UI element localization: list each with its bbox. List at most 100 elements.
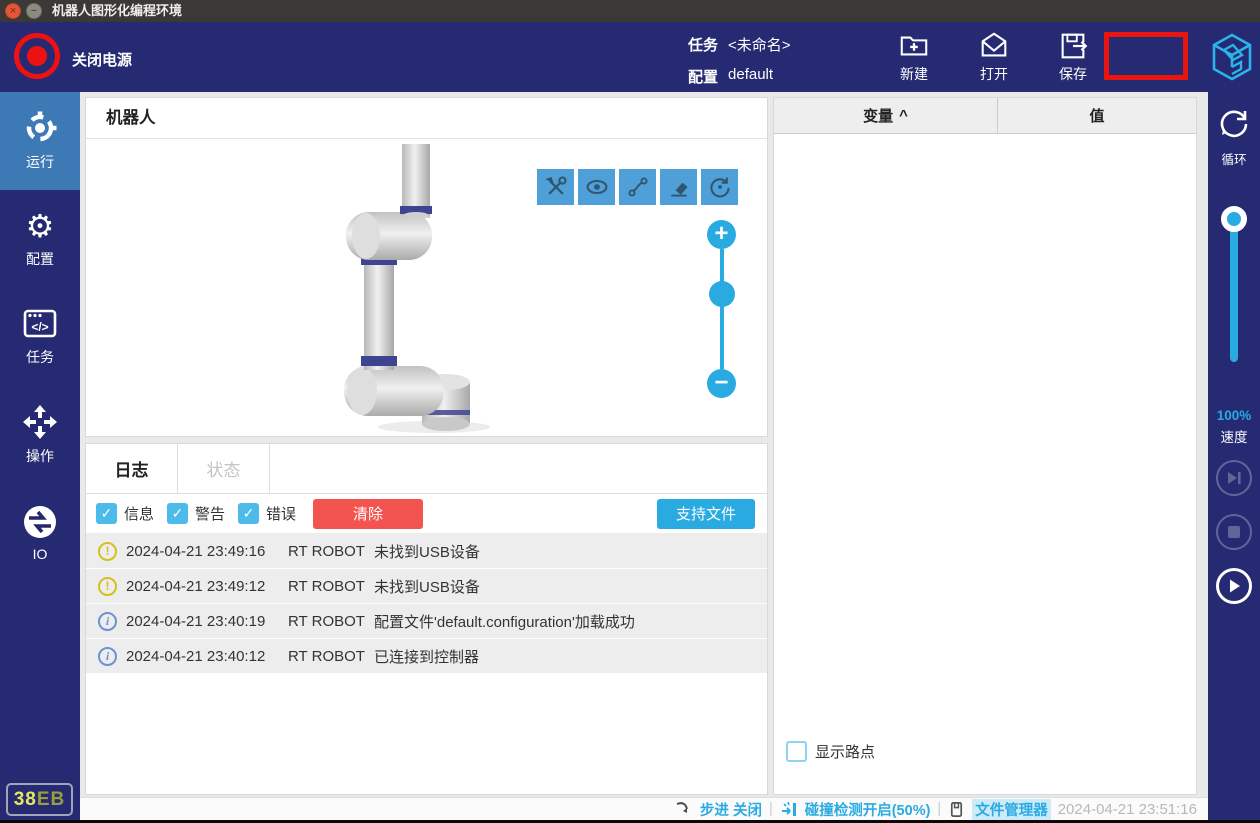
- speed-slider-track[interactable]: [1230, 220, 1238, 362]
- badge-bright: 38: [14, 789, 37, 811]
- tools-button[interactable]: [537, 169, 574, 205]
- new-task-button[interactable]: 新建: [882, 28, 946, 88]
- view-zoom-control: + −: [707, 220, 737, 249]
- window-close-button[interactable]: ×: [5, 3, 21, 19]
- run-icon: [22, 110, 58, 146]
- code-window-icon: </>: [22, 307, 58, 341]
- window-title: 机器人图形化编程环境: [52, 0, 182, 22]
- sidebar-label: 运行: [26, 152, 54, 172]
- filter-error-checkbox[interactable]: ✓: [238, 503, 259, 524]
- sidebar-item-task[interactable]: </> 任务: [0, 288, 80, 386]
- sidebar-item-operate[interactable]: 操作: [0, 386, 80, 484]
- task-label: 任务: [688, 34, 718, 55]
- log-row[interactable]: ! 2024-04-21 23:49:12 RT ROBOT 未找到USB设备: [86, 569, 767, 603]
- play-button[interactable]: [1216, 568, 1252, 604]
- robot-3d-view[interactable]: [326, 144, 496, 434]
- path-button[interactable]: [619, 169, 656, 205]
- log-list: ! 2024-04-21 23:49:16 RT ROBOT 未找到USB设备 …: [86, 534, 767, 673]
- rotate-icon: [708, 175, 732, 199]
- tab-log[interactable]: 日志: [86, 444, 178, 493]
- info-icon: i: [98, 612, 117, 631]
- warning-icon: !: [98, 542, 117, 561]
- config-value: default: [728, 66, 773, 87]
- open-task-button[interactable]: 打开: [962, 28, 1026, 88]
- step-mode-icon: [675, 800, 693, 818]
- separator: |: [769, 801, 773, 817]
- app-header: 关闭电源 任务 <未命名> 配置 default 新建 打开 保存: [0, 22, 1260, 92]
- gear-icon: ⚙: [26, 209, 55, 243]
- eraser-button[interactable]: [660, 169, 697, 205]
- filter-warning-checkbox[interactable]: ✓: [167, 503, 188, 524]
- log-filter-bar: ✓ 信息 ✓ 警告 ✓ 错误 清除 支持文件: [86, 494, 767, 534]
- column-variable[interactable]: 变量 ^: [774, 98, 998, 133]
- stop-button[interactable]: [1216, 514, 1252, 550]
- zoom-slider-track[interactable]: [720, 249, 724, 369]
- step-forward-icon: [1225, 469, 1243, 487]
- log-message: 配置文件'default.configuration'加载成功: [374, 611, 635, 632]
- badge-dim: EB: [37, 789, 65, 811]
- sidebar-item-io[interactable]: IO: [0, 484, 80, 582]
- column-value: 值: [998, 98, 1196, 133]
- filter-info-checkbox[interactable]: ✓: [96, 503, 117, 524]
- task-value: <未命名>: [728, 34, 791, 55]
- separator: |: [937, 801, 941, 817]
- path-icon: [626, 175, 650, 199]
- show-waypoints-label: 显示路点: [815, 741, 875, 762]
- visibility-button[interactable]: [578, 169, 615, 205]
- show-waypoints-row: 显示路点: [786, 741, 875, 762]
- open-label: 打开: [980, 64, 1008, 84]
- filter-error-label: 错误: [266, 503, 296, 524]
- step-mode-status[interactable]: 步进 关闭: [700, 799, 762, 820]
- annotation-highlight-rectangle: [1104, 32, 1188, 80]
- log-row[interactable]: i 2024-04-21 23:40:19 RT ROBOT 配置文件'defa…: [86, 604, 767, 638]
- filter-info-label: 信息: [124, 503, 154, 524]
- zoom-out-button[interactable]: −: [707, 369, 736, 398]
- speed-percent: 100%: [1208, 408, 1260, 423]
- robot-view-panel: 机器人: [85, 97, 768, 437]
- log-tabs: 日志 状态: [86, 444, 767, 494]
- rotate-view-button[interactable]: [701, 169, 738, 205]
- show-waypoints-checkbox[interactable]: [786, 741, 807, 762]
- collision-detect-status[interactable]: 碰撞检测开启(50%): [805, 799, 931, 820]
- zoom-in-button[interactable]: +: [707, 220, 736, 249]
- power-off-button[interactable]: [14, 33, 60, 79]
- log-time: 2024-04-21 23:40:19: [126, 613, 288, 630]
- log-message: 已连接到控制器: [374, 646, 479, 667]
- sidebar-item-config[interactable]: ⚙ 配置: [0, 190, 80, 288]
- svg-text:</>: </>: [31, 320, 48, 334]
- status-timestamp: 2024-04-21 23:51:16: [1058, 801, 1197, 818]
- speed-slider-handle[interactable]: [1221, 206, 1247, 232]
- variables-header: 变量 ^ 值: [774, 98, 1196, 134]
- sort-asc-icon: ^: [899, 107, 908, 124]
- eye-icon: [585, 175, 609, 199]
- left-nav-sidebar: 运行 ⚙ 配置 </> 任务 操作 IO 38EB: [0, 92, 80, 820]
- sidebar-label: IO: [33, 546, 48, 562]
- main-area: 机器人: [80, 92, 1208, 820]
- warning-icon: !: [98, 577, 117, 596]
- save-label: 保存: [1059, 64, 1087, 84]
- zoom-slider-handle[interactable]: [709, 281, 735, 307]
- log-source: RT ROBOT: [288, 543, 374, 560]
- log-row[interactable]: i 2024-04-21 23:40:12 RT ROBOT 已连接到控制器: [86, 639, 767, 673]
- window-minimize-button[interactable]: −: [26, 3, 42, 19]
- log-row[interactable]: ! 2024-04-21 23:49:16 RT ROBOT 未找到USB设备: [86, 534, 767, 568]
- sidebar-item-run[interactable]: 运行: [0, 92, 80, 190]
- new-label: 新建: [900, 64, 928, 84]
- loop-icon: [1216, 106, 1252, 142]
- tab-status[interactable]: 状态: [178, 444, 270, 493]
- new-folder-icon: [898, 30, 930, 62]
- step-forward-button[interactable]: [1216, 460, 1252, 496]
- log-time: 2024-04-21 23:40:12: [126, 648, 288, 665]
- loop-button[interactable]: 循环: [1208, 106, 1260, 168]
- column-variable-label: 变量: [863, 105, 893, 126]
- save-task-button[interactable]: 保存: [1041, 28, 1105, 88]
- config-info: 配置 default: [688, 66, 773, 87]
- file-manager-link[interactable]: 文件管理器: [972, 799, 1051, 820]
- support-files-button[interactable]: 支持文件: [657, 499, 755, 529]
- play-icon: [1225, 577, 1243, 595]
- filter-warning-label: 警告: [195, 503, 225, 524]
- log-source: RT ROBOT: [288, 648, 374, 665]
- io-icon: [22, 504, 58, 540]
- clear-log-button[interactable]: 清除: [313, 499, 423, 529]
- save-icon: [1057, 30, 1089, 62]
